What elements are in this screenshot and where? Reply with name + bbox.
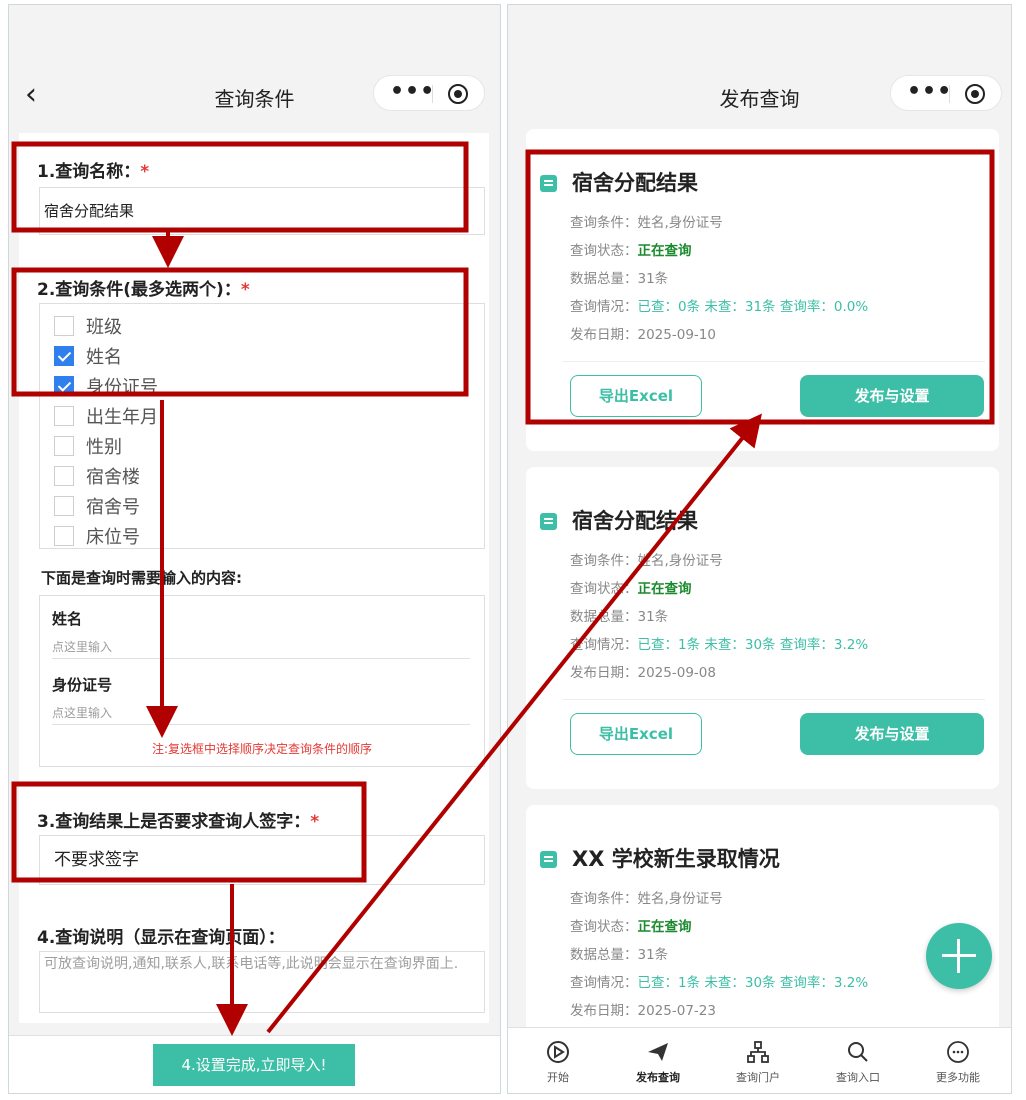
publish-settings-button[interactable]: 发布与设置 — [800, 713, 984, 755]
card-total: 数据总量：31条 — [570, 609, 669, 625]
more-dots-icon[interactable]: ••• — [390, 79, 435, 104]
left-phone-screen: ‹ 查询条件 ••• 1.查询名称：* 宿舍分配结果 2.查询条件(最多选两个)… — [8, 4, 501, 1094]
left-nav-bar: ‹ 查询条件 ••• — [9, 5, 500, 125]
list-icon — [540, 175, 557, 192]
publish-settings-button[interactable]: 发布与设置 — [800, 375, 984, 417]
tab-publish-query[interactable]: 发布查询 — [608, 1028, 708, 1093]
checkbox[interactable] — [54, 316, 74, 336]
card-divider — [562, 361, 985, 362]
card-conditions: 查询条件：姓名,身份证号 — [570, 215, 723, 231]
more-circle-icon — [947, 1041, 969, 1063]
condition-option[interactable]: 班级 — [54, 313, 122, 338]
tab-query-portal[interactable]: 查询门户 — [708, 1028, 808, 1093]
condition-option[interactable]: 出生年月 — [54, 403, 158, 428]
signature-select[interactable]: 不要求签字 — [39, 835, 485, 885]
order-note: 注:复选框中选择顺序决定查询条件的顺序 — [151, 742, 373, 756]
card-progress: 查询情况：已查：0条 未查：31条 查询率：0.0% — [570, 299, 869, 315]
condition-option[interactable]: 宿舍号 — [54, 493, 140, 518]
card-date: 发布日期：2025-07-23 — [570, 1003, 716, 1019]
field-underline — [52, 724, 470, 725]
q3-label: 3.查询结果上是否要求查询人签字：* — [37, 812, 320, 832]
condition-option[interactable]: 宿舍楼 — [54, 463, 140, 488]
card-divider — [562, 699, 985, 700]
card-total: 数据总量：31条 — [570, 947, 669, 963]
checkbox-checked[interactable] — [54, 346, 74, 366]
checkbox[interactable] — [54, 436, 74, 456]
card-conditions: 查询条件：姓名,身份证号 — [570, 891, 723, 907]
required-mark: * — [240, 280, 250, 300]
field-placeholder[interactable]: 点这里输入 — [52, 704, 112, 721]
card-total: 数据总量：31条 — [570, 271, 669, 287]
q2-label: 2.查询条件(最多选两个)：* — [37, 280, 250, 300]
card-title: 宿舍分配结果 — [572, 509, 698, 533]
condition-checklist: 班级 姓名 身份证号 出生年月 性别 宿舍楼 宿舍号 床位号 — [39, 303, 485, 549]
mini-program-capsule: ••• — [373, 75, 485, 111]
capsule-divider — [949, 85, 950, 103]
list-icon — [540, 851, 557, 868]
status-badge: 正在查询 — [637, 919, 692, 935]
required-mark: * — [140, 162, 150, 182]
card-conditions: 查询条件：姓名,身份证号 — [570, 553, 723, 569]
query-card: 宿舍分配结果 查询条件：姓名,身份证号 查询状态：正在查询 数据总量：31条 查… — [526, 129, 999, 451]
sitemap-icon — [747, 1041, 769, 1063]
plus-icon[interactable] — [926, 923, 992, 989]
field-name: 身份证号 — [52, 676, 113, 694]
field-placeholder[interactable]: 点这里输入 — [52, 638, 112, 655]
query-card: XX 学校新生录取情况 查询条件：姓名,身份证号 查询状态：正在查询 数据总量：… — [526, 805, 999, 1045]
play-circle-icon — [547, 1041, 569, 1063]
condition-option[interactable]: 姓名 — [54, 343, 122, 368]
left-bottom-bar: 4.设置完成,立即导入! — [9, 1035, 500, 1093]
checkbox[interactable] — [54, 466, 74, 486]
card-status: 查询状态：正在查询 — [570, 919, 692, 935]
card-status: 查询状态：正在查询 — [570, 243, 692, 259]
checkbox-checked[interactable] — [54, 376, 74, 396]
search-icon — [848, 1042, 868, 1062]
submit-import-button[interactable]: 4.设置完成,立即导入! — [153, 1044, 355, 1086]
list-icon — [540, 513, 557, 530]
card-progress: 查询情况：已查：1条 未查：30条 查询率：3.2% — [570, 637, 869, 653]
card-date: 发布日期：2025-09-10 — [570, 327, 716, 343]
card-status: 查询状态：正在查询 — [570, 581, 692, 597]
mini-program-capsule: ••• — [890, 75, 1002, 111]
condition-option[interactable]: 性别 — [54, 433, 122, 458]
field-name: 姓名 — [52, 610, 83, 628]
target-icon[interactable] — [448, 84, 468, 104]
target-icon[interactable] — [965, 84, 985, 104]
status-badge: 正在查询 — [637, 581, 692, 597]
checkbox[interactable] — [54, 496, 74, 516]
send-icon — [648, 1043, 668, 1061]
required-mark: * — [310, 812, 320, 832]
capsule-divider — [432, 85, 433, 103]
q1-label: 1.查询名称：* — [37, 162, 150, 182]
field-underline — [52, 658, 470, 659]
right-nav-bar: 发布查询 ••• — [508, 5, 1011, 125]
query-name-input[interactable]: 宿舍分配结果 — [39, 187, 485, 235]
card-title: XX 学校新生录取情况 — [572, 847, 780, 871]
checkbox[interactable] — [54, 406, 74, 426]
tab-query-entry[interactable]: 查询入口 — [808, 1028, 908, 1093]
query-description-textarea[interactable]: 可放查询说明,通知,联系人,联系电话等,此说明会显示在查询界面上. — [39, 951, 485, 1013]
bottom-tab-bar: 开始 发布查询 查询门户 查询入口 更多功能 — [508, 1027, 1011, 1093]
more-dots-icon[interactable]: ••• — [907, 79, 952, 104]
query-settings-form: 1.查询名称：* 宿舍分配结果 2.查询条件(最多选两个)：* 班级 姓名 身份… — [19, 133, 489, 1023]
checkbox[interactable] — [54, 526, 74, 546]
condition-option[interactable]: 身份证号 — [54, 373, 158, 398]
export-excel-button[interactable]: 导出Excel — [570, 375, 702, 417]
card-progress: 查询情况：已查：1条 未查：30条 查询率：3.2% — [570, 975, 869, 991]
card-date: 发布日期：2025-09-08 — [570, 665, 716, 681]
condition-option[interactable]: 床位号 — [54, 523, 140, 548]
card-title: 宿舍分配结果 — [572, 171, 698, 195]
export-excel-button[interactable]: 导出Excel — [570, 713, 702, 755]
q4-label: 4.查询说明（显示在查询页面）： — [37, 928, 285, 948]
status-badge: 正在查询 — [637, 243, 692, 259]
tab-start[interactable]: 开始 — [508, 1028, 608, 1093]
tab-more-functions[interactable]: 更多功能 — [908, 1028, 1008, 1093]
right-phone-screen: 发布查询 ••• 宿舍分配结果 查询条件：姓名,身份证号 查询状态：正在查询 数… — [507, 4, 1012, 1094]
inputs-heading: 下面是查询时需要输入的内容: — [41, 569, 242, 587]
input-preview-box: 姓名 点这里输入 身份证号 点这里输入 注:复选框中选择顺序决定查询条件的顺序 — [39, 595, 485, 767]
query-card: 宿舍分配结果 查询条件：姓名,身份证号 查询状态：正在查询 数据总量：31条 查… — [526, 467, 999, 789]
